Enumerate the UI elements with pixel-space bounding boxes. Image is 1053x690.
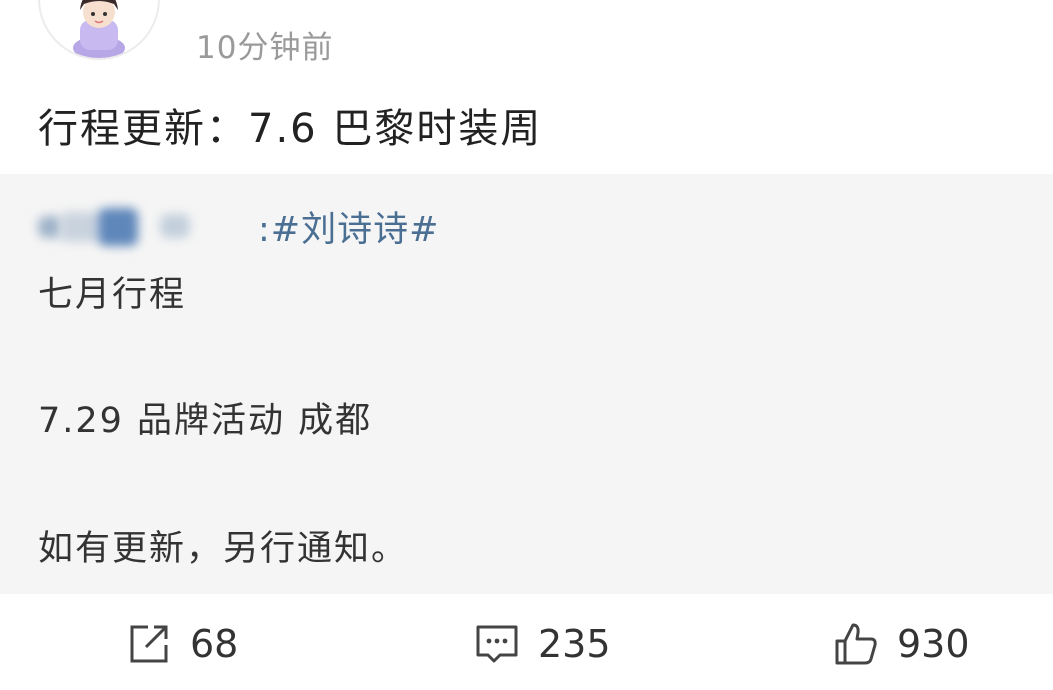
repost-line-2: 7.29 品牌活动 成都 <box>38 401 373 441</box>
like-count: 930 <box>897 622 970 666</box>
avatar[interactable] <box>38 0 160 60</box>
post-timestamp: 10分钟前 <box>196 30 334 66</box>
repost-header: :#刘诗诗# <box>38 204 439 250</box>
like-button[interactable]: 930 <box>833 622 970 666</box>
comment-icon <box>476 625 518 663</box>
action-bar: 68 235 930 <box>0 594 1053 690</box>
comment-count: 235 <box>538 622 611 666</box>
girl-avatar-icon <box>73 0 125 58</box>
repost-line-3: 如有更新，另行通知。 <box>38 529 409 569</box>
share-button[interactable]: 68 <box>126 622 238 666</box>
blurred-username[interactable] <box>38 204 250 248</box>
hashtag-link[interactable]: :#刘诗诗# <box>258 201 439 252</box>
share-count: 68 <box>190 622 239 666</box>
post-text: 行程更新：7.6 巴黎时装周 <box>38 106 543 152</box>
thumbs-up-icon <box>835 623 877 665</box>
comment-button[interactable]: 235 <box>474 622 611 666</box>
repost-line-1: 七月行程 <box>38 275 187 315</box>
repost-card[interactable]: :#刘诗诗# 七月行程 7.29 品牌活动 成都 如有更新，另行通知。 <box>0 174 1053 594</box>
share-icon <box>130 625 168 663</box>
